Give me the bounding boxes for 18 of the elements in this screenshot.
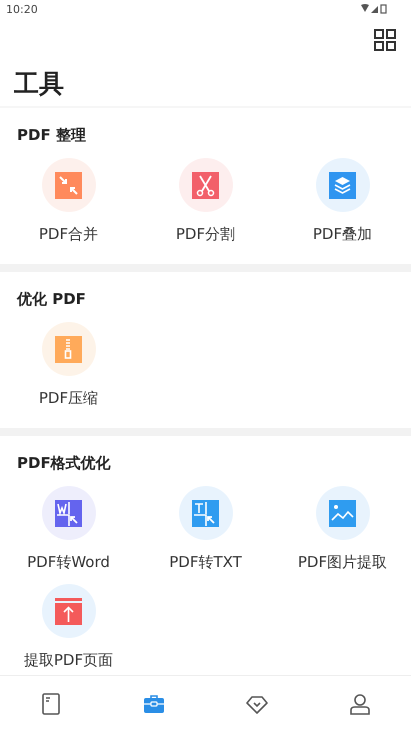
tool-label[interactable]: PDF转Word: [27, 552, 110, 572]
book-icon[interactable]: [40, 692, 62, 714]
tool-label[interactable]: PDF转TXT: [169, 552, 242, 572]
status-time: 10:20: [6, 2, 38, 16]
tool-label[interactable]: PDF合并: [38, 224, 98, 244]
tool-label[interactable]: PDF叠加: [312, 224, 372, 244]
tool-label[interactable]: PDF压缩: [38, 388, 98, 408]
status-icons: [361, 4, 387, 14]
section-title: PDF 整理: [16, 125, 87, 146]
section-title: 优化 PDF: [16, 289, 87, 310]
tool-label[interactable]: PDF分割: [176, 224, 236, 244]
grid-view-icon[interactable]: [374, 29, 396, 51]
page-title: 工具: [0, 62, 411, 108]
tool-label[interactable]: PDF图片提取: [298, 552, 388, 572]
tool-label[interactable]: 提取PDF页面: [24, 650, 114, 670]
person-icon[interactable]: [348, 692, 371, 714]
toolbox-icon[interactable]: [143, 692, 166, 714]
section-title: PDF格式优化: [16, 453, 112, 474]
